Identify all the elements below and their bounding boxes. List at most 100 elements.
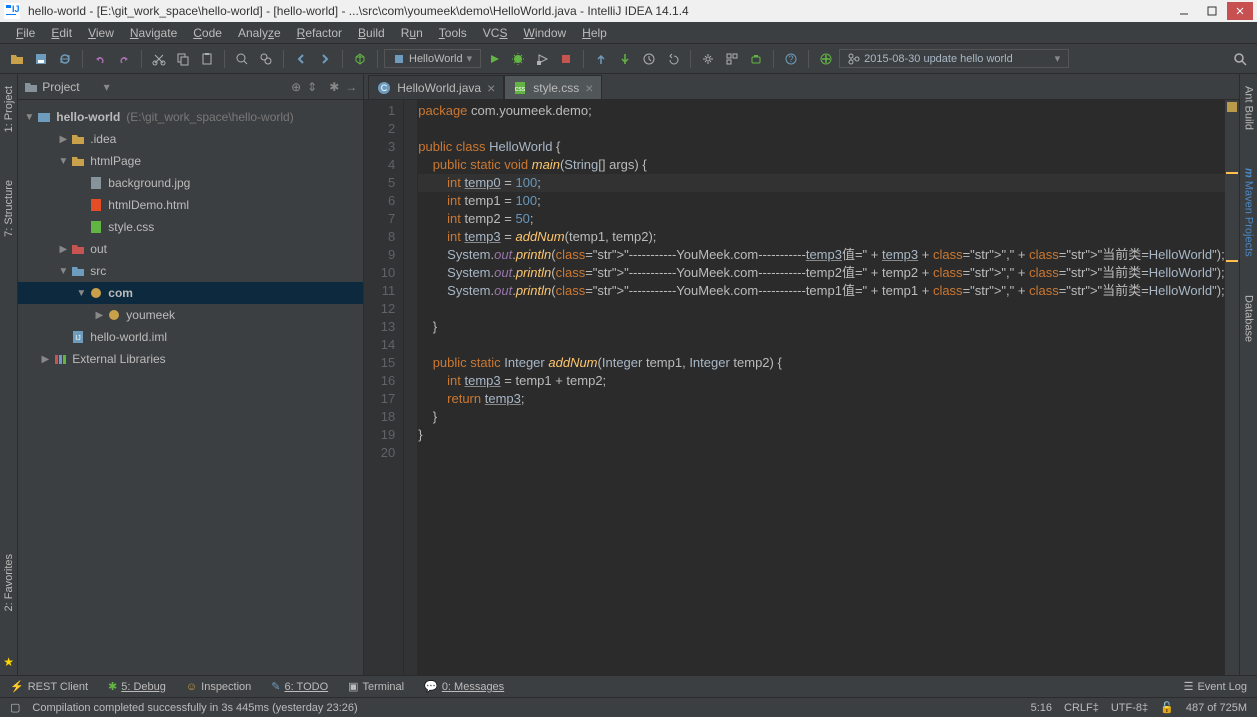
redo-button[interactable] bbox=[113, 48, 135, 70]
right-tab-maven[interactable]: m Maven Projects bbox=[1242, 164, 1254, 261]
vcs-update-button[interactable] bbox=[590, 48, 612, 70]
editor-tab-stylecss[interactable]: css style.css × bbox=[504, 75, 602, 99]
bottom-tab-rest[interactable]: ⚡REST Client bbox=[10, 680, 88, 693]
paste-button[interactable] bbox=[196, 48, 218, 70]
settings-button[interactable] bbox=[697, 48, 719, 70]
sdk-button[interactable] bbox=[745, 48, 767, 70]
menu-navigate[interactable]: Navigate bbox=[122, 24, 185, 42]
window-titlebar: IJ hello-world - [E:\git_work_space\hell… bbox=[0, 0, 1257, 22]
tree-item-label: htmlDemo.html bbox=[108, 198, 189, 212]
collapse-all-icon[interactable]: ⇕ bbox=[307, 80, 317, 94]
bottom-tab-eventlog[interactable]: ☰Event Log bbox=[1184, 680, 1247, 693]
folder-icon bbox=[24, 80, 38, 94]
error-stripe[interactable] bbox=[1225, 100, 1239, 675]
tree-item[interactable]: IJhello-world.iml bbox=[18, 326, 363, 348]
svg-text:css: css bbox=[515, 86, 526, 93]
stop-button[interactable] bbox=[555, 48, 577, 70]
menu-window[interactable]: Window bbox=[515, 24, 574, 42]
left-tab-project[interactable]: 1: Project bbox=[3, 82, 15, 136]
code-content[interactable]: package com.youmeek.demo; public class H… bbox=[418, 100, 1224, 675]
debug-button[interactable] bbox=[507, 48, 529, 70]
tree-item[interactable]: ▼src bbox=[18, 260, 363, 282]
bottom-tab-inspection[interactable]: ☺Inspection bbox=[186, 681, 251, 693]
memory-indicator[interactable]: 487 of 725M bbox=[1186, 702, 1247, 714]
file-encoding[interactable]: UTF-8‡ bbox=[1111, 702, 1148, 714]
line-number-gutter[interactable]: 1234567891011121314151617181920 bbox=[364, 100, 404, 675]
left-tab-structure[interactable]: 7: Structure bbox=[3, 176, 15, 241]
menu-tools[interactable]: Tools bbox=[431, 24, 475, 42]
find-button[interactable] bbox=[231, 48, 253, 70]
bottom-tab-todo[interactable]: ✎6: TODO bbox=[271, 680, 328, 693]
menu-file[interactable]: File bbox=[8, 24, 43, 42]
tree-item[interactable]: ▼htmlPage bbox=[18, 150, 363, 172]
line-separator[interactable]: CRLF‡ bbox=[1064, 702, 1099, 714]
commit-changes-button[interactable] bbox=[815, 48, 837, 70]
forward-button[interactable] bbox=[314, 48, 336, 70]
tree-item[interactable]: style.css bbox=[18, 216, 363, 238]
project-tree[interactable]: ▼ hello-world (E:\git_work_space\hello-w… bbox=[18, 100, 363, 675]
coverage-button[interactable] bbox=[531, 48, 553, 70]
cut-button[interactable] bbox=[148, 48, 170, 70]
menu-vcs[interactable]: VCS bbox=[475, 24, 516, 42]
tree-item[interactable]: ▶out bbox=[18, 238, 363, 260]
sync-button[interactable] bbox=[54, 48, 76, 70]
minimize-button[interactable] bbox=[1171, 2, 1197, 20]
close-tab-icon[interactable]: × bbox=[487, 80, 495, 96]
menu-build[interactable]: Build bbox=[350, 24, 393, 42]
vcs-history-button[interactable] bbox=[638, 48, 660, 70]
help-button[interactable]: ? bbox=[780, 48, 802, 70]
scroll-from-source-icon[interactable]: ⊕ bbox=[291, 80, 301, 94]
maximize-button[interactable] bbox=[1199, 2, 1225, 20]
save-button[interactable] bbox=[30, 48, 52, 70]
readonly-toggle[interactable]: 🔓 bbox=[1160, 701, 1174, 714]
vcs-commit-button[interactable] bbox=[614, 48, 636, 70]
menu-analyze[interactable]: Analyze bbox=[230, 24, 289, 42]
tree-item[interactable]: ▶.idea bbox=[18, 128, 363, 150]
replace-button[interactable] bbox=[255, 48, 277, 70]
right-tab-ant[interactable]: Ant Build bbox=[1242, 82, 1254, 134]
menu-help[interactable]: Help bbox=[574, 24, 615, 42]
menu-code[interactable]: Code bbox=[185, 24, 230, 42]
menu-view[interactable]: View bbox=[80, 24, 122, 42]
close-tab-icon[interactable]: × bbox=[585, 80, 593, 96]
copy-button[interactable] bbox=[172, 48, 194, 70]
tree-item[interactable]: htmlDemo.html bbox=[18, 194, 363, 216]
tree-item[interactable]: ▶External Libraries bbox=[18, 348, 363, 370]
search-everywhere-button[interactable] bbox=[1229, 48, 1251, 70]
module-icon bbox=[36, 109, 52, 125]
tree-item[interactable]: ▼com bbox=[18, 282, 363, 304]
right-tab-database[interactable]: Database bbox=[1242, 291, 1254, 346]
project-structure-button[interactable] bbox=[721, 48, 743, 70]
panel-settings-icon[interactable]: ✱ bbox=[329, 80, 339, 94]
editor-tab-helloworld[interactable]: C HelloWorld.java × bbox=[368, 75, 504, 99]
git-branch-label: 2015-08-30 update hello world bbox=[864, 53, 1013, 65]
tree-node-icon bbox=[88, 285, 104, 301]
status-icon[interactable]: ▢ bbox=[10, 701, 20, 714]
bottom-tab-messages[interactable]: 💬0: Messages bbox=[424, 680, 504, 693]
vcs-revert-button[interactable] bbox=[662, 48, 684, 70]
hide-panel-icon[interactable]: → bbox=[345, 80, 357, 94]
caret-position[interactable]: 5:16 bbox=[1031, 702, 1052, 714]
git-branch-selector[interactable]: 2015-08-30 update hello world ▾ bbox=[839, 49, 1069, 68]
bottom-tab-debug[interactable]: ✱5: Debug bbox=[108, 680, 166, 693]
undo-button[interactable] bbox=[89, 48, 111, 70]
back-button[interactable] bbox=[290, 48, 312, 70]
fold-gutter[interactable] bbox=[404, 100, 418, 675]
tree-root[interactable]: ▼ hello-world (E:\git_work_space\hello-w… bbox=[18, 106, 363, 128]
code-editor[interactable]: 1234567891011121314151617181920 package … bbox=[364, 100, 1238, 675]
build-button[interactable] bbox=[349, 48, 371, 70]
run-configuration-selector[interactable]: HelloWorld ▾ bbox=[384, 49, 481, 68]
menu-edit[interactable]: Edit bbox=[43, 24, 80, 42]
left-tab-favorites[interactable]: 2: Favorites bbox=[3, 550, 15, 615]
close-button[interactable] bbox=[1227, 2, 1253, 20]
open-button[interactable] bbox=[6, 48, 28, 70]
warning-stripe-marker[interactable] bbox=[1226, 172, 1238, 174]
warning-stripe-marker[interactable] bbox=[1226, 260, 1238, 262]
tree-item[interactable]: ▶youmeek bbox=[18, 304, 363, 326]
tree-item-label: External Libraries bbox=[72, 352, 165, 366]
tree-item[interactable]: background.jpg bbox=[18, 172, 363, 194]
run-button[interactable] bbox=[483, 48, 505, 70]
menu-refactor[interactable]: Refactor bbox=[289, 24, 350, 42]
menu-run[interactable]: Run bbox=[393, 24, 431, 42]
bottom-tab-terminal[interactable]: ▣Terminal bbox=[348, 680, 404, 693]
